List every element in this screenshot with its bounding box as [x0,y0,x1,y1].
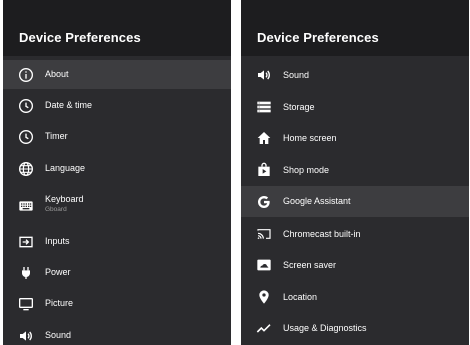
input-icon [18,234,34,250]
clock-icon [18,98,34,114]
screen-saver-icon [256,257,272,273]
globe-icon [18,161,34,177]
menu-item-google-assistant[interactable]: Google Assistant [241,186,469,217]
menu-item-label: Language [45,163,86,173]
keyboard-icon [18,198,34,214]
menu-item-sound[interactable]: Sound [3,321,231,345]
menu-item-chromecast[interactable]: Chromecast built-in [241,219,469,249]
menu-item-screen-saver[interactable]: Screen saver [241,250,469,280]
menu-item-inputs[interactable]: Inputs [3,227,231,256]
menu-item-picture[interactable]: Picture [3,289,231,318]
menu-item-home-screen[interactable]: Home screen [241,123,469,153]
menu-item-shop-mode[interactable]: Shop mode [241,155,469,185]
menu-item-label: Power [45,267,71,277]
menu-item-usage-diagnostics[interactable]: Usage & Diagnostics [241,313,469,343]
menu-item-label: About [45,69,69,79]
menu-item-label: Date & time [45,100,93,110]
monitor-icon [18,296,34,312]
menu-item-storage[interactable]: Storage [241,92,469,122]
google-g-icon [256,194,272,210]
menu-item-about[interactable]: About [3,60,231,89]
menu-item-label: Sound [45,330,72,340]
menu-item-date-time[interactable]: Date & time [3,91,231,120]
menu-item-label: Chromecast built-in [283,228,361,239]
menu-item-label: Timer [45,131,68,141]
menu-item-sublabel: Gboard [45,206,67,213]
menu-item-label: Inputs [45,236,70,246]
timer-icon [18,129,34,145]
location-pin-icon [256,289,272,305]
panel-header: Device Preferences [241,0,469,56]
speaker-icon [18,328,34,344]
info-icon [18,67,34,83]
power-plug-icon [18,265,34,281]
settings-panel-left: Device Preferences About Date & time Tim… [3,0,231,345]
menu-item-timer[interactable]: Timer [3,122,231,151]
storage-icon [256,99,272,115]
menu-item-power[interactable]: Power [3,258,231,287]
menu-item-location[interactable]: Location [241,282,469,312]
menu-item-label: Google Assistant [283,196,351,206]
panel-header: Device Preferences [3,0,231,56]
settings-panel-right: Device Preferences Sound Storage Home sc… [241,0,469,345]
menu-item-language[interactable]: Language [3,154,231,183]
menu-item-label: Usage & Diagnostics [283,322,367,333]
shop-bag-icon [256,162,272,178]
menu-item-label: Sound [283,69,310,80]
menu-item-keyboard[interactable]: Keyboard Gboard [3,188,231,222]
home-icon [256,130,272,146]
page-title: Device Preferences [19,29,141,45]
menu-item-label: Location [283,291,318,302]
menu-item-label: Storage [283,101,315,112]
page-title: Device Preferences [257,29,379,45]
trend-line-icon [256,320,272,336]
menu-item-label: Home screen [283,132,337,143]
menu-item-label: Shop mode [283,164,330,175]
menu-item-label: Keyboard [45,194,84,204]
speaker-icon [256,67,272,83]
menu-item-sound[interactable]: Sound [241,60,469,90]
menu-item-label: Picture [45,298,74,308]
cast-icon [256,226,272,242]
menu-item-label: Screen saver [283,259,337,270]
